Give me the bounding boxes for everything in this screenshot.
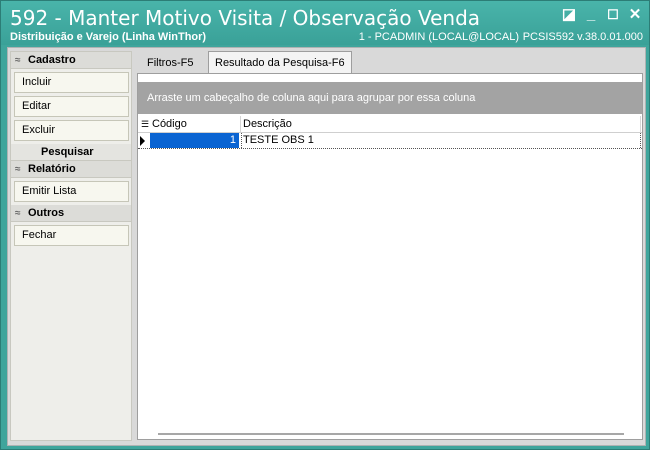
close-icon[interactable]: ✕ xyxy=(625,6,645,24)
cell-descricao[interactable]: TESTE OBS 1 xyxy=(241,133,641,148)
row-indicator-icon xyxy=(140,136,145,146)
table-row[interactable]: 1 TESTE OBS 1 xyxy=(138,133,642,149)
user-info: 1 - PCADMIN (LOCAL@LOCAL) xyxy=(358,31,519,43)
chevron-up-icon[interactable]: ≈ xyxy=(15,161,21,178)
cell-codigo[interactable]: 1 xyxy=(150,133,239,148)
excluir-button[interactable]: Excluir xyxy=(14,120,129,141)
emitir-lista-button[interactable]: Emitir Lista xyxy=(14,181,129,202)
incluir-button[interactable]: Incluir xyxy=(14,72,129,93)
minimize-icon[interactable]: _ xyxy=(581,6,601,24)
group-outros: ≈ Outros Fechar xyxy=(11,205,131,249)
restore-icon[interactable]: ◪ xyxy=(559,6,579,24)
group-relatorio: ≈ Relatório Emitir Lista xyxy=(11,161,131,205)
content-area: Filtros-F5 Resultado da Pesquisa-F6 Arra… xyxy=(135,49,643,443)
tab-resultado[interactable]: Resultado da Pesquisa-F6 xyxy=(208,51,352,73)
tab-filtros[interactable]: Filtros-F5 xyxy=(141,53,199,73)
title-bar[interactable]: 592 - Manter Motivo Visita / Observação … xyxy=(1,1,649,45)
group-cadastro: ≈ Cadastro Incluir Editar Excluir xyxy=(11,52,131,144)
window-title: 592 - Manter Motivo Visita / Observação … xyxy=(10,6,481,30)
results-grid[interactable]: ☰ Código Descrição 1 TESTE OBS 1 xyxy=(138,116,642,149)
horizontal-scrollbar[interactable] xyxy=(158,433,624,435)
maximize-icon[interactable]: ☐ xyxy=(603,6,623,24)
tab-panel-resultado: Arraste um cabeçalho de coluna aqui para… xyxy=(137,73,643,440)
column-header-codigo[interactable]: Código xyxy=(152,116,241,133)
window-subtitle: Distribuição e Varejo (Linha WinThor) xyxy=(10,31,207,43)
chevron-up-icon[interactable]: ≈ xyxy=(15,205,21,222)
pesquisar-button[interactable]: Pesquisar xyxy=(11,144,131,161)
fechar-button[interactable]: Fechar xyxy=(14,225,129,246)
editar-button[interactable]: Editar xyxy=(14,96,129,117)
section-cadastro[interactable]: ≈ Cadastro xyxy=(11,52,131,69)
section-relatorio[interactable]: ≈ Relatório xyxy=(11,161,131,178)
grid-header: ☰ Código Descrição xyxy=(138,116,642,133)
tab-strip: Filtros-F5 Resultado da Pesquisa-F6 xyxy=(138,51,643,73)
app-window: 592 - Manter Motivo Visita / Observação … xyxy=(0,0,650,450)
sidebar: ≈ Cadastro Incluir Editar Excluir Pesqui… xyxy=(10,51,132,441)
section-outros[interactable]: ≈ Outros xyxy=(11,205,131,222)
group-by-panel[interactable]: Arraste um cabeçalho de coluna aqui para… xyxy=(138,82,642,114)
chevron-up-icon[interactable]: ≈ xyxy=(15,52,21,69)
section-relatorio-label: Relatório xyxy=(28,163,76,175)
column-chooser-icon[interactable]: ☰ xyxy=(141,116,151,133)
version-info: PCSIS592 v.38.0.01.000 xyxy=(522,31,643,43)
section-cadastro-label: Cadastro xyxy=(28,54,76,66)
section-outros-label: Outros xyxy=(28,207,65,219)
main-frame: ≈ Cadastro Incluir Editar Excluir Pesqui… xyxy=(7,47,646,446)
column-header-descricao[interactable]: Descrição xyxy=(242,116,641,133)
